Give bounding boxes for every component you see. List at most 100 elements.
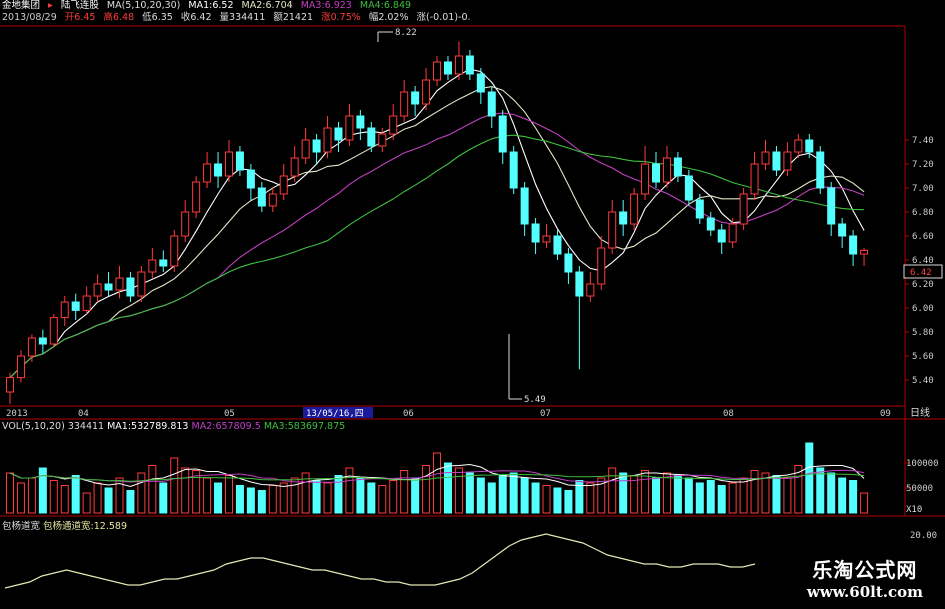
- volume-bar: [235, 485, 244, 514]
- volume-ma1: MA1:532789.813: [107, 421, 189, 432]
- candle-body: [27, 337, 36, 357]
- volume-bar: [71, 475, 80, 514]
- candle-body: [345, 115, 354, 141]
- volume-bar: [706, 480, 715, 514]
- volume-bar: [498, 475, 507, 514]
- volume-unit-label: X10: [906, 505, 922, 515]
- candle-body: [71, 301, 80, 311]
- candle-body: [498, 115, 507, 153]
- volume-bar: [717, 485, 726, 514]
- price-label: 7.40: [912, 136, 934, 146]
- candle-body: [367, 127, 376, 147]
- time-label-04: 04: [78, 409, 89, 419]
- volume-bar: [750, 470, 759, 514]
- volume-bar: [268, 485, 277, 514]
- volume-bar: [148, 465, 157, 514]
- candle-body: [6, 377, 14, 393]
- candle-body: [235, 151, 244, 171]
- volume-bar: [345, 467, 354, 514]
- indicator-title: 包杨道宽: [2, 521, 41, 532]
- indicator-axis-label: 20.00: [910, 531, 937, 541]
- candle-body: [159, 259, 168, 267]
- low-annotation: 5.49: [524, 395, 546, 405]
- volume-bar: [827, 472, 836, 514]
- volume-bar: [608, 467, 617, 514]
- candle-body: [443, 61, 452, 75]
- candle-body: [279, 175, 288, 195]
- price-label: 6.00: [912, 304, 934, 314]
- candle-body: [531, 223, 540, 243]
- volume-bar: [38, 467, 47, 514]
- candle-body: [597, 247, 606, 285]
- volume-bar: [356, 477, 365, 514]
- candle-body: [301, 139, 310, 159]
- volume-bar: [838, 477, 847, 514]
- candle-body: [170, 235, 179, 267]
- volume-bar: [279, 482, 288, 514]
- current-price-label: 6.42: [910, 268, 932, 278]
- candle-body: [575, 271, 584, 297]
- candle-body: [82, 295, 91, 311]
- volume-bar: [454, 467, 463, 514]
- indicator-line: [4, 533, 756, 589]
- candle-body: [433, 61, 442, 81]
- volume-bar: [739, 477, 748, 514]
- volume-bar: [433, 452, 442, 514]
- cursor-date-label[interactable]: 13/05/16,四: [306, 409, 364, 419]
- volume-bar: [487, 482, 496, 514]
- price-label: 5.60: [912, 352, 934, 362]
- candle-body: [454, 55, 463, 75]
- candle-body: [630, 193, 639, 225]
- volume-bar: [224, 475, 233, 514]
- volume-bar: [60, 485, 69, 514]
- volume-bar: [684, 477, 693, 514]
- volume-bar: [159, 482, 168, 514]
- candle-body: [838, 223, 847, 237]
- volume-bar: [630, 475, 639, 514]
- volume-bar: [6, 472, 14, 514]
- candle-body: [115, 277, 124, 291]
- time-label-06: 06: [403, 409, 414, 419]
- candle-body: [728, 223, 737, 243]
- volume-bar: [422, 465, 431, 514]
- price-label: 5.80: [912, 328, 934, 338]
- candle-body: [16, 355, 25, 379]
- candle-body: [542, 235, 551, 243]
- volume-axis-label: 50000: [906, 484, 933, 494]
- candle-body: [49, 317, 58, 345]
- candle-body: [827, 187, 836, 225]
- candle-body: [641, 163, 650, 195]
- volume-bar: [104, 487, 113, 514]
- volume-bar: [181, 467, 190, 514]
- volume-bar: [860, 492, 869, 514]
- volume-bar: [662, 472, 671, 514]
- candle-body: [148, 259, 157, 273]
- volume-bar: [772, 475, 781, 514]
- stock-chart-window: 金地集团 ▸ 陆飞连股 MA(5,10,20,30) MA1:6.52 MA2:…: [0, 0, 945, 609]
- candle-body: [465, 55, 474, 75]
- candle-body: [137, 271, 146, 297]
- volume-axis-label: 100000: [906, 459, 939, 469]
- time-label-09: 09: [880, 409, 891, 419]
- price-label: 6.80: [912, 208, 934, 218]
- volume-bar: [49, 480, 58, 514]
- candle-body: [181, 211, 190, 237]
- volume-bar: [378, 485, 387, 514]
- volume-bar: [389, 480, 398, 514]
- candle-body: [849, 235, 858, 255]
- volume-bar: [257, 490, 266, 514]
- volume-bar: [192, 470, 201, 514]
- period-label[interactable]: 日线: [910, 406, 930, 419]
- volume-bar: [783, 477, 792, 514]
- candle-body: [411, 91, 420, 105]
- candle-body: [257, 187, 266, 207]
- candle-body: [126, 277, 135, 297]
- candle-body: [60, 301, 69, 319]
- volume-ma3: MA3:583697.875: [263, 421, 346, 432]
- volume-bar: [137, 472, 146, 514]
- volume-bar: [542, 485, 551, 514]
- volume-pane-header: VOL(5,10,20) 334411 MA1:532789.813 MA2:6…: [2, 421, 345, 432]
- price-label: 5.40: [912, 376, 934, 386]
- chart-canvas[interactable]: 7.407.207.006.806.606.406.206.005.805.60…: [0, 0, 945, 609]
- candle-body: [487, 91, 496, 117]
